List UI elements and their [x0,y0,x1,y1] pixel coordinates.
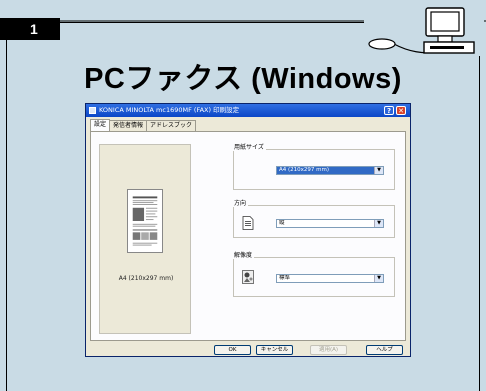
settings-panel: A4 (210x297 mm) 用紙サイズ A4 (210x297 mm) ▼ … [90,131,406,341]
chevron-down-icon: ▼ [374,275,383,282]
title-bar[interactable]: KONICA MINOLTA mc1690MF (FAX) 印刷設定 [86,104,410,117]
resolution-value: 標準 [279,275,291,281]
print-settings-dialog: KONICA MINOLTA mc1690MF (FAX) 印刷設定 ? ✕ 設… [85,103,411,357]
paper-size-group: 用紙サイズ A4 (210x297 mm) ▼ [232,142,395,190]
page-title: PCファクス (Windows) [84,63,402,95]
paper-size-label: 用紙サイズ [232,142,266,151]
help-button[interactable]: ? [384,106,394,115]
help-dialog-button[interactable]: ヘルプ [366,345,403,355]
portrait-document-icon [242,216,254,230]
orientation-value: 縦 [279,220,285,226]
paper-size-value: A4 (210x297 mm) [279,167,330,173]
close-button[interactable]: ✕ [396,106,406,115]
dialog-title: KONICA MINOLTA mc1690MF (FAX) 印刷設定 [99,106,240,114]
cancel-button[interactable]: キャンセル [256,345,293,355]
ok-button[interactable]: OK [214,345,251,355]
page-preview: A4 (210x297 mm) [99,144,191,334]
preview-paper-size: A4 (210x297 mm) [118,275,174,282]
orientation-group: 方向 縦 ▼ [232,198,395,238]
computer-icon [364,6,484,56]
tab-address-book[interactable]: アドレスブック [146,120,197,131]
orientation-select[interactable]: 縦 ▼ [276,219,384,228]
apply-button[interactable]: 適用(A) [310,345,347,355]
orientation-label: 方向 [232,198,249,207]
resolution-group: 解像度 標準 ▼ [232,250,395,297]
printer-icon [89,107,96,114]
chevron-down-icon: ▼ [374,220,383,227]
tab-settings[interactable]: 設定 [90,119,111,131]
resolution-label: 解像度 [232,250,255,259]
tab-sender-info[interactable]: 発信者情報 [109,120,148,131]
resolution-icon [242,270,254,284]
tab-bar: 設定 発信者情報 アドレスブック [90,119,197,131]
chevron-down-icon: ▼ [374,167,383,174]
resolution-select[interactable]: 標準 ▼ [276,274,384,283]
document-thumbnail [127,189,163,253]
paper-size-select[interactable]: A4 (210x297 mm) ▼ [276,166,384,175]
chapter-badge: 1 [0,18,60,40]
